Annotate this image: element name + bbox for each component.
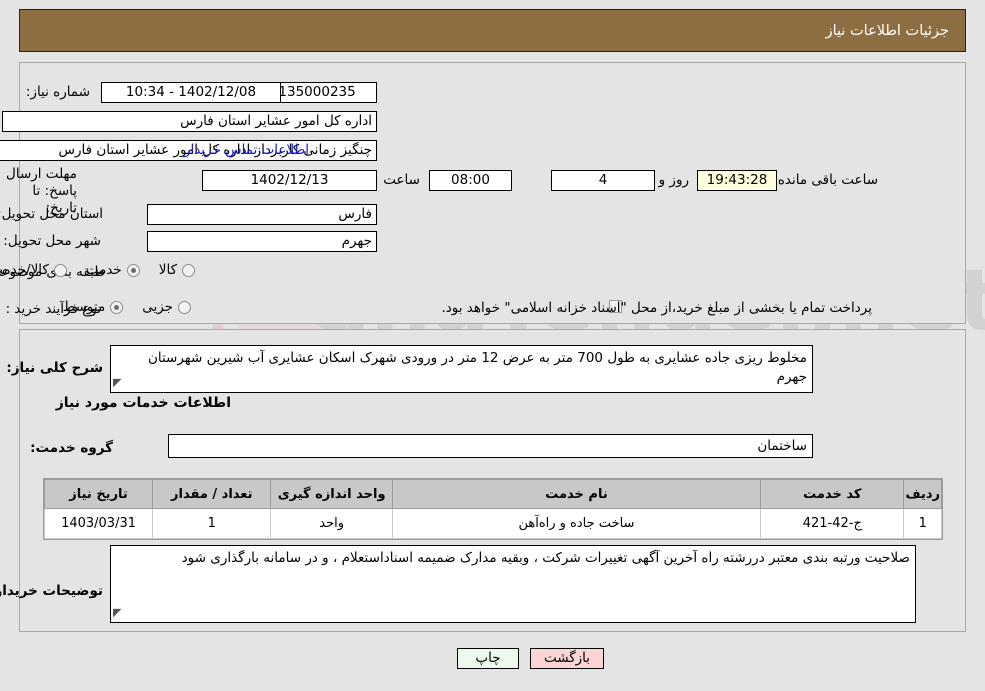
radio-process-0-label: جزیی bbox=[142, 299, 173, 315]
deadline-date-value: 1402/12/13 bbox=[202, 170, 377, 191]
page-root: anaTender.net جزئیات اطلاعات نیاز شماره … bbox=[0, 0, 985, 691]
services-table-wrapper: ردیف کد خدمت نام خدمت واحد اندازه گیری ت… bbox=[43, 478, 943, 540]
print-button[interactable]: چاپ bbox=[457, 648, 519, 669]
buyer-notes-label: توضیحات خریدار: bbox=[0, 583, 103, 599]
hour-label: ساعت bbox=[383, 172, 420, 188]
col-unit: واحد اندازه گیری bbox=[270, 479, 393, 509]
deadline-time-value: 08:00 bbox=[429, 170, 512, 191]
back-button[interactable]: بازگشت bbox=[530, 648, 604, 669]
cell-row: 1 bbox=[903, 508, 942, 539]
buyer-org-value: اداره کل امور عشایر استان فارس bbox=[2, 111, 377, 132]
city-label: شهر محل تحویل: bbox=[3, 233, 101, 249]
cell-name: ساخت جاده و راه‌آهن bbox=[391, 508, 762, 539]
resize-grip-icon[interactable]: ◥ bbox=[113, 373, 121, 392]
radio-process-1-label: متوسط bbox=[62, 299, 106, 315]
province-value: فارس bbox=[147, 204, 377, 225]
radio-category-0[interactable] bbox=[182, 263, 195, 277]
col-name: نام خدمت bbox=[391, 479, 762, 509]
radio-category-2[interactable] bbox=[53, 263, 67, 277]
services-table: ردیف کد خدمت نام خدمت واحد اندازه گیری ت… bbox=[43, 479, 942, 539]
service-group-label: گروه خدمت: bbox=[30, 440, 113, 456]
page-title: جزئیات اطلاعات نیاز bbox=[825, 22, 949, 39]
radio-category-0-label: کالا bbox=[158, 262, 177, 278]
window-header: جزئیات اطلاعات نیاز bbox=[19, 9, 966, 52]
radio-process-1[interactable] bbox=[110, 300, 124, 314]
buyer-contact-link[interactable]: اطلاعات تماس خریدار bbox=[184, 142, 309, 158]
col-need-date: تاریخ نیاز bbox=[43, 479, 154, 509]
radio-category-2-label: کالا/خدمت bbox=[0, 262, 49, 278]
buyer-notes-text: صلاحیت ورتبه بندی معتبر دررشته راه آخرین… bbox=[181, 550, 910, 566]
radio-category-1[interactable] bbox=[126, 263, 140, 277]
resize-grip-icon-2[interactable]: ◥ bbox=[113, 603, 121, 622]
table-header-row: ردیف کد خدمت نام خدمت واحد اندازه گیری ت… bbox=[43, 479, 942, 509]
radio-process-0[interactable] bbox=[178, 300, 191, 314]
table-row: 1 ج-42-421 ساخت جاده و راه‌آهن واحد 1 14… bbox=[43, 508, 942, 539]
process-radio-group: جزیی متوسط bbox=[49, 299, 191, 315]
category-radio-group: کالا خدمت کالا/خدمت bbox=[0, 262, 195, 278]
cell-code: ج-42-421 bbox=[760, 508, 905, 539]
remaining-days-value: 4 bbox=[551, 170, 655, 191]
service-group-field[interactable]: ساختمان bbox=[168, 434, 813, 458]
col-code: کد خدمت bbox=[760, 479, 905, 509]
treasury-bond-note: پرداخت تمام یا بخشی از مبلغ خرید،از محل … bbox=[441, 300, 872, 316]
province-label: استان محل تحویل: bbox=[0, 206, 103, 222]
description-text: مخلوط ریزی جاده عشایری به طول 700 متر به… bbox=[147, 350, 807, 385]
description-label: شرح کلی نیاز: bbox=[6, 360, 103, 376]
days-label: روز و bbox=[658, 172, 689, 188]
cell-need-date: 1403/03/31 bbox=[43, 508, 154, 539]
need-number-label: شماره نیاز: bbox=[25, 84, 90, 100]
col-qty: تعداد / مقدار bbox=[152, 479, 272, 509]
description-textarea[interactable]: مخلوط ریزی جاده عشایری به طول 700 متر به… bbox=[110, 345, 813, 393]
remaining-label: ساعت باقی مانده bbox=[777, 172, 878, 188]
announce-value: 1402/12/08 - 10:34 bbox=[101, 82, 281, 103]
buyer-notes-textarea[interactable]: صلاحیت ورتبه بندی معتبر دررشته راه آخرین… bbox=[110, 545, 916, 623]
service-group-value: ساختمان bbox=[757, 438, 807, 454]
cell-unit: واحد bbox=[270, 508, 393, 539]
city-value: جهرم bbox=[147, 231, 377, 252]
services-section-heading: اطلاعات خدمات مورد نیاز bbox=[55, 395, 231, 411]
countdown-timer: 19:43:28 bbox=[697, 170, 777, 191]
cell-qty: 1 bbox=[152, 508, 272, 539]
radio-category-1-label: خدمت bbox=[85, 262, 122, 278]
col-row: ردیف bbox=[903, 479, 942, 509]
